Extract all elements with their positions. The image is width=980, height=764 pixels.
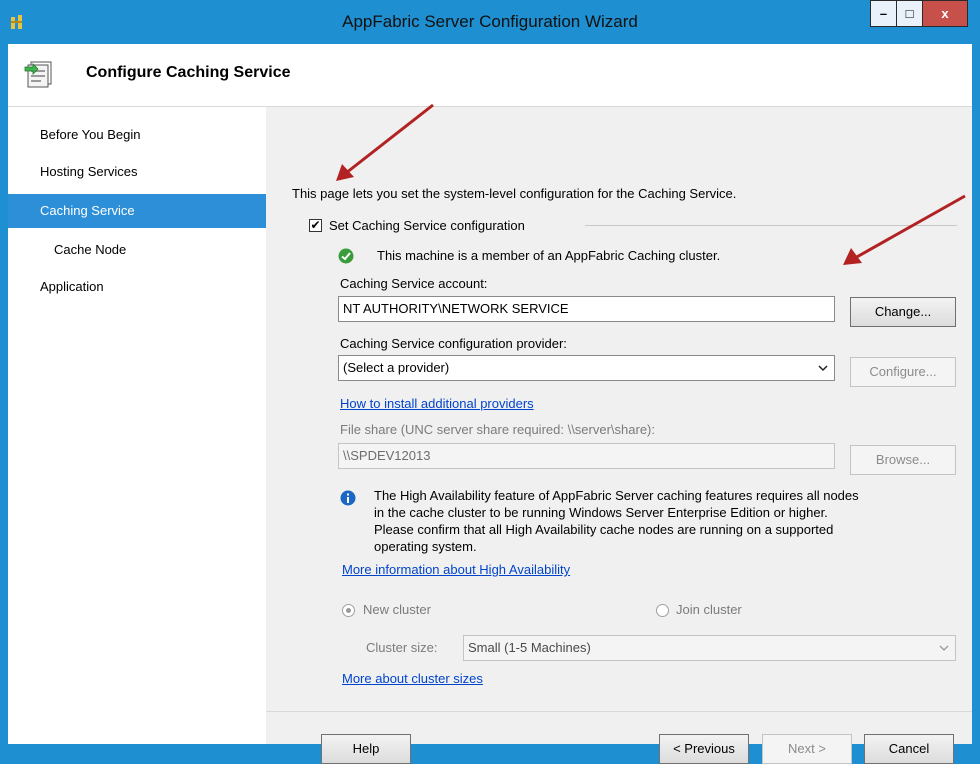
sidebar-item-before-you-begin[interactable]: Before You Begin <box>8 118 266 152</box>
cancel-button[interactable]: Cancel <box>864 734 954 764</box>
new-cluster-radio[interactable] <box>342 604 355 617</box>
sidebar-item-label: Before You Begin <box>40 127 141 142</box>
info-icon <box>340 490 356 506</box>
set-config-label: Set Caching Service configuration <box>329 218 525 233</box>
wizard-header-icon <box>24 61 52 88</box>
wizard-header: Configure Caching Service <box>8 44 972 107</box>
set-config-checkbox[interactable]: ✔ <box>309 219 322 232</box>
new-cluster-label: New cluster <box>363 602 431 617</box>
sidebar-item-label: Hosting Services <box>40 164 138 179</box>
provider-select-value: (Select a provider) <box>343 360 450 375</box>
sidebar-item-cache-node[interactable]: Cache Node <box>8 233 266 267</box>
cluster-size-label: Cluster size: <box>366 640 438 655</box>
provider-label: Caching Service configuration provider: <box>340 336 567 351</box>
close-icon: x <box>941 6 949 21</box>
account-field[interactable]: NT AUTHORITY\NETWORK SERVICE <box>338 296 835 322</box>
ha-info-line-2: in the cache cluster to be running Windo… <box>374 505 828 520</box>
footer-divider <box>266 711 972 712</box>
minimize-button[interactable]: – <box>870 0 897 27</box>
cluster-size-select[interactable]: Small (1-5 Machines) <box>463 635 956 661</box>
maximize-icon: □ <box>905 6 914 21</box>
browse-button[interactable]: Browse... <box>850 445 956 475</box>
account-label: Caching Service account: <box>340 276 488 291</box>
previous-button[interactable]: < Previous <box>659 734 749 764</box>
window-controls: – □ x <box>870 0 968 27</box>
sidebar-item-hosting-services[interactable]: Hosting Services <box>8 155 266 189</box>
minimize-icon: – <box>879 6 888 21</box>
file-share-label: File share (UNC server share required: \… <box>340 422 655 437</box>
title-bar[interactable]: AppFabric Server Configuration Wizard – … <box>0 0 980 44</box>
dropdown-chevron-icon <box>818 356 828 388</box>
window-frame: AppFabric Server Configuration Wizard – … <box>0 0 980 764</box>
help-button[interactable]: Help <box>321 734 411 764</box>
join-cluster-radio[interactable] <box>656 604 669 617</box>
cluster-size-value: Small (1-5 Machines) <box>468 640 591 655</box>
sidebar-item-label: Cache Node <box>54 242 127 257</box>
wizard-content: This page lets you set the system-level … <box>266 107 972 764</box>
provider-select[interactable]: (Select a provider) <box>338 355 835 381</box>
close-button[interactable]: x <box>922 0 968 27</box>
join-cluster-label: Join cluster <box>676 602 742 617</box>
next-button[interactable]: Next > <box>762 734 852 764</box>
file-share-field[interactable]: \\SPDEV12013 <box>338 443 835 469</box>
maximize-button[interactable]: □ <box>896 0 923 27</box>
ha-info-line-3: Please confirm that all High Availabilit… <box>374 522 834 537</box>
page-title: Configure Caching Service <box>86 64 291 81</box>
wizard-step-list: Before You Begin Hosting Services Cachin… <box>8 118 266 744</box>
ha-more-info-link[interactable]: More information about High Availability <box>342 562 570 577</box>
check-circle-icon <box>338 248 354 264</box>
dropdown-chevron-icon <box>939 636 949 668</box>
sidebar-item-label: Application <box>40 279 104 294</box>
group-divider <box>585 225 957 226</box>
change-button[interactable]: Change... <box>850 297 956 327</box>
cluster-sizes-link[interactable]: More about cluster sizes <box>342 671 483 686</box>
intro-text: This page lets you set the system-level … <box>292 186 737 201</box>
sidebar-item-label: Caching Service <box>40 203 135 218</box>
ha-info-line-4: operating system. <box>374 539 477 554</box>
sidebar-item-caching-service[interactable]: Caching Service <box>8 194 266 228</box>
wizard-client-area: Configure Caching Service Before You Beg… <box>8 44 972 764</box>
install-providers-link[interactable]: How to install additional providers <box>340 396 534 411</box>
member-status-text: This machine is a member of an AppFabric… <box>377 248 721 263</box>
window-title: AppFabric Server Configuration Wizard <box>342 12 638 31</box>
sidebar-item-application[interactable]: Application <box>8 270 266 304</box>
configure-button[interactable]: Configure... <box>850 357 956 387</box>
ha-info-line-1: The High Availability feature of AppFabr… <box>374 488 859 503</box>
